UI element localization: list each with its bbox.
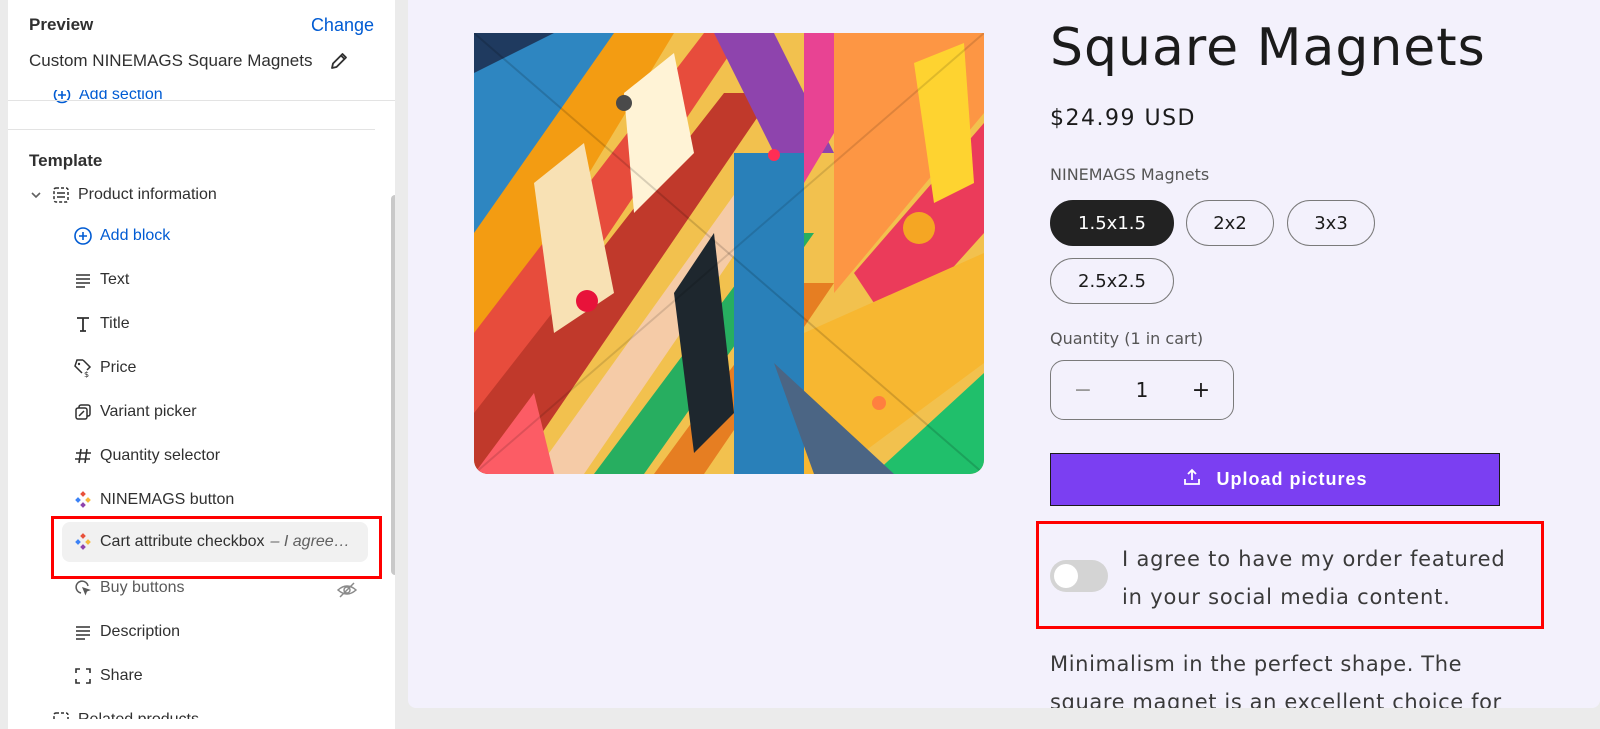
divider — [8, 129, 375, 130]
divider — [8, 100, 395, 101]
preview-header: Preview Change — [29, 14, 374, 36]
quantity-input[interactable]: 1 — [1136, 378, 1149, 402]
variant-pill-1-5x1-5[interactable]: 1.5x1.5 — [1050, 200, 1174, 246]
pencil-icon[interactable] — [328, 50, 350, 72]
section-product-information[interactable]: Product information — [28, 175, 217, 215]
section-related-products[interactable]: Related products — [50, 700, 199, 728]
block-label: Price — [100, 359, 137, 376]
block-variant-picker[interactable]: Variant picker — [72, 392, 197, 432]
app-block-icon — [72, 489, 94, 511]
block-suffix: – I agree… — [270, 533, 350, 550]
add-block-button[interactable]: Add block — [72, 216, 170, 256]
product-title: Square Magnets — [1050, 18, 1486, 78]
svg-text:$: $ — [84, 370, 89, 378]
agree-text: I agree to have my order featured in you… — [1122, 547, 1506, 609]
quantity-stepper: − 1 + — [1050, 360, 1234, 420]
upload-icon — [1182, 467, 1202, 492]
product-image[interactable] — [474, 33, 984, 474]
agree-toggle[interactable] — [1050, 560, 1108, 592]
block-label: Buy buttons — [100, 579, 185, 596]
plus-circle-icon — [53, 90, 71, 104]
hash-icon — [72, 445, 94, 467]
block-quantity-selector[interactable]: Quantity selector — [72, 436, 220, 476]
block-buy-buttons[interactable]: Buy buttons — [72, 568, 185, 608]
preview-product-row: Custom NINEMAGS Square Magnets — [29, 50, 350, 72]
block-title[interactable]: Title — [72, 304, 130, 344]
preview-label: Preview — [29, 15, 94, 34]
quantity-label: Quantity (1 in cart) — [1050, 329, 1204, 348]
section-layout-icon — [50, 184, 72, 206]
cursor-click-icon — [72, 577, 94, 599]
decrease-quantity-button[interactable]: − — [1073, 378, 1093, 403]
block-label: Quantity selector — [100, 447, 221, 464]
add-section-button[interactable]: Add section — [53, 86, 163, 104]
template-heading: Template — [29, 151, 103, 170]
share-frame-icon — [72, 665, 94, 687]
price-tag-icon: $ — [72, 357, 94, 379]
plus-circle-icon — [72, 225, 94, 247]
chevron-down-icon[interactable] — [28, 187, 44, 203]
text-lines-icon — [72, 269, 94, 291]
title-t-icon — [72, 313, 94, 335]
section-label: Product information — [78, 186, 217, 203]
section-label: Related products — [78, 711, 199, 728]
add-section-label: Add section — [79, 86, 163, 103]
product-price: $24.99 USD — [1050, 106, 1196, 131]
variant-pill-2x2[interactable]: 2x2 — [1186, 200, 1274, 246]
change-link[interactable]: Change — [311, 15, 374, 36]
product-description: Minimalism in the perfect shape. The squ… — [1050, 652, 1502, 708]
block-label: Description — [100, 623, 181, 640]
variant-label: NINEMAGS Magnets — [1050, 165, 1210, 184]
block-text[interactable]: Text — [72, 260, 129, 300]
block-price[interactable]: $ Price — [72, 348, 136, 388]
storefront-preview: Square Magnets $24.99 USD NINEMAGS Magne… — [408, 0, 1600, 708]
variant-pill-2-5x2-5[interactable]: 2.5x2.5 — [1050, 258, 1174, 304]
variant-picker-icon — [72, 401, 94, 423]
sidebar-scrollbar[interactable] — [391, 195, 395, 575]
increase-quantity-button[interactable]: + — [1191, 378, 1211, 403]
block-label: Variant picker — [100, 403, 197, 420]
block-ninemags-button[interactable]: NINEMAGS button — [72, 480, 234, 520]
block-cart-attribute-checkbox[interactable]: Cart attribute checkbox – I agree… — [62, 522, 368, 562]
text-lines-icon — [72, 621, 94, 643]
toggle-knob — [1054, 564, 1078, 588]
app-block-icon — [72, 531, 94, 553]
block-label: Text — [100, 271, 130, 288]
block-label: Cart attribute checkbox — [100, 533, 265, 550]
eye-hidden-icon[interactable] — [336, 579, 358, 601]
block-share[interactable]: Share — [72, 656, 143, 696]
add-block-label: Add block — [100, 227, 171, 244]
section-layout-icon — [50, 709, 72, 719]
block-label: NINEMAGS button — [100, 491, 235, 508]
preview-product-name: Custom NINEMAGS Square Magnets — [29, 51, 313, 70]
upload-pictures-button[interactable]: Upload pictures — [1050, 453, 1500, 506]
block-label: Title — [100, 315, 130, 332]
editor-sidebar: Preview Change Custom NINEMAGS Square Ma… — [8, 0, 395, 729]
upload-label: Upload pictures — [1216, 469, 1368, 489]
variant-pill-3x3[interactable]: 3x3 — [1287, 200, 1375, 246]
block-description[interactable]: Description — [72, 612, 180, 652]
block-label: Share — [100, 667, 143, 684]
